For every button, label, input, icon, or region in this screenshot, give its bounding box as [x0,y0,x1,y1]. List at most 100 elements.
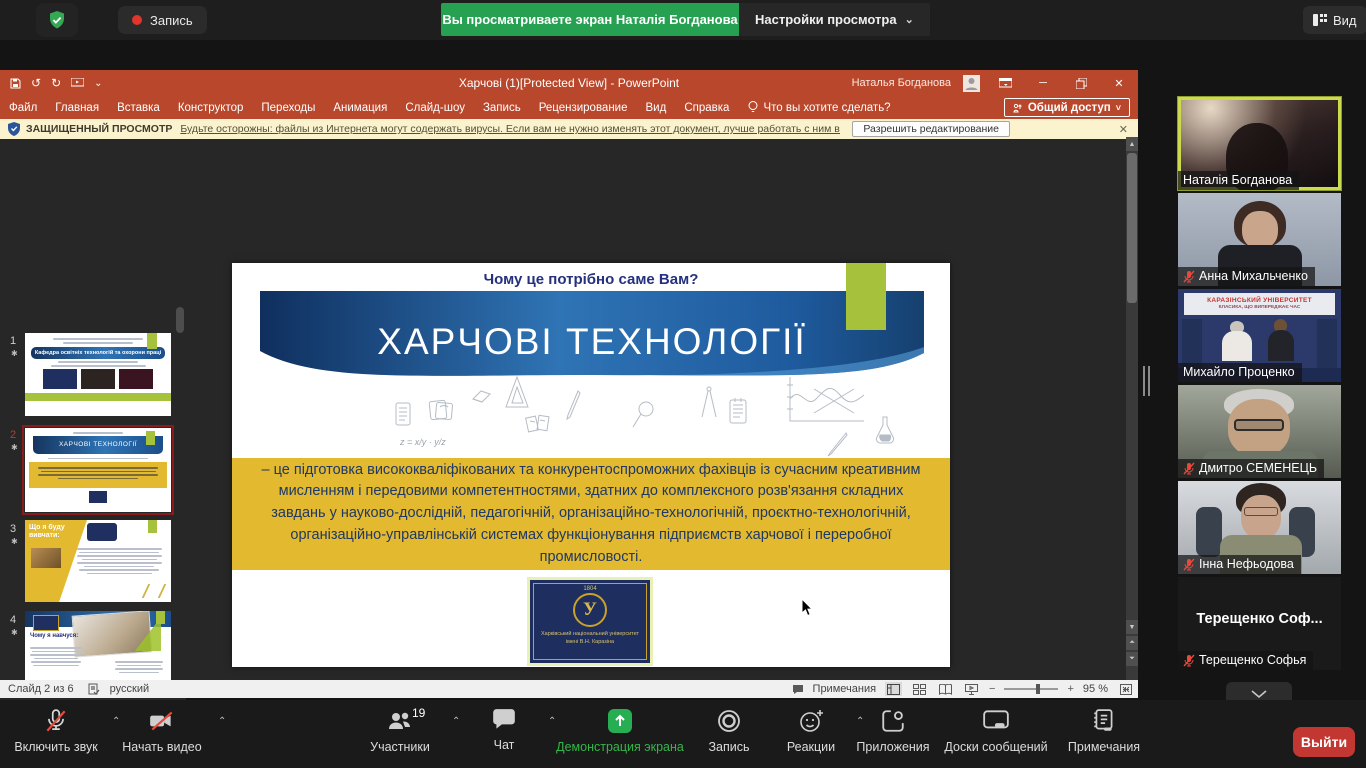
panel-drag-handle[interactable] [1143,366,1150,396]
slide-title-banner: ХАРЧОВІ ТЕХНОЛОГІЇ [260,291,924,387]
muted-mic-icon [1183,558,1195,571]
recording-indicator[interactable]: Запись [118,6,207,34]
thumbnail-slide-1[interactable]: Кафедра освітніх технологій та охорони п… [25,333,171,416]
tell-me-box[interactable]: Что вы хотите сделать? [748,101,890,114]
tab-help[interactable]: Справка [675,96,738,119]
notes-toggle-label[interactable]: Примечания [813,683,877,695]
sketch-eraser-icon [470,387,494,403]
sketch-cards-icon [524,411,554,437]
slide-canvas[interactable]: Чому це потрібно саме Вам? ХАРЧОВІ ТЕХНО… [232,263,950,667]
zoom-level[interactable]: 95 % [1083,683,1108,695]
zoom-slider-thumb[interactable] [1036,684,1040,694]
powerpoint-window: ↺ ↻ ⌄ Харчові (1)[Protected View] - Powe… [0,70,1138,698]
tab-transitions[interactable]: Переходы [252,96,324,119]
restore-button[interactable] [1068,72,1094,94]
whiteboards-button[interactable]: Доски сообщений [932,708,1060,754]
video-tile-tereshchenko[interactable]: Терещенко Соф... Терещенко Софья [1178,577,1341,670]
mute-button[interactable]: Включить звук [8,708,104,754]
chevron-down-icon: ⌄ [905,13,914,26]
grid-view-icon [1313,14,1327,26]
chat-button[interactable]: Чат [472,708,536,752]
tab-record[interactable]: Запись [474,96,530,119]
record-icon [716,708,742,734]
enable-editing-button[interactable]: Разрешить редактирование [852,121,1010,137]
video-tile-anna[interactable]: Анна Михальченко [1178,193,1341,286]
video-tile-mykhailo[interactable]: КАРАЗІНСЬКИЙ УНІВЕРСИТЕТ КЛАСИКА, ЩО ВИП… [1178,289,1341,382]
security-button[interactable] [36,3,78,37]
muted-mic-icon [1183,270,1195,283]
tab-insert[interactable]: Вставка [108,96,169,119]
previous-slide-icon[interactable]: ⏶ [1126,636,1138,650]
zoom-in-icon[interactable]: + [1067,683,1073,695]
thumb-number: 3 [10,523,16,535]
thumbnail-scrollbar[interactable] [176,307,184,333]
logo-caption-1: Харківський національний університет [541,630,639,638]
animation-star-icon: ✱ [11,443,18,452]
zoom-slider[interactable] [1004,688,1058,690]
whiteboard-icon [982,708,1010,734]
close-button[interactable]: ✕ [1106,72,1132,94]
view-slideshow-icon[interactable] [963,682,980,696]
sketch-formula: z = x/y · y/z [400,437,446,447]
fit-to-window-icon[interactable] [1117,682,1134,696]
redo-icon[interactable]: ↻ [51,76,61,90]
view-settings-button[interactable]: Настройки просмотра ⌄ [739,3,930,36]
thumb-number: 2 [10,429,16,441]
tab-slideshow[interactable]: Слайд-шоу [396,96,474,119]
record-button[interactable]: Запись [697,708,761,754]
video-tile-natalia[interactable]: Наталія Богданова [1178,97,1341,190]
participants-options-chevron[interactable]: ⌃ [452,716,460,727]
next-slide-icon[interactable]: ⏷ [1126,652,1138,666]
thumbnail-slide-2-selected[interactable]: ХАРЧОВІ ТЕХНОЛОГІЇ [25,428,171,512]
tab-file[interactable]: Файл [0,96,46,119]
qat-dropdown-icon[interactable]: ⌄ [94,78,102,89]
animation-star-icon: ✱ [11,537,18,546]
apps-button[interactable]: Приложения [848,708,938,754]
video-tile-inna[interactable]: Інна Нефьодова [1178,481,1341,574]
undo-icon[interactable]: ↺ [31,76,41,90]
scroll-down-icon[interactable]: ▼ [1126,620,1138,634]
zoom-out-icon[interactable]: − [989,683,995,695]
participant-name: Терещенко Софья [1199,653,1306,667]
ppt-title-bar[interactable]: ↺ ↻ ⌄ Харчові (1)[Protected View] - Powe… [0,70,1138,96]
tab-view[interactable]: Вид [637,96,676,119]
scrollbar-thumb[interactable] [1127,153,1137,303]
start-slideshow-icon[interactable] [71,78,84,88]
reactions-button[interactable]: Реакции [776,708,846,754]
slide-area-scrollbar[interactable]: ▲ ▼ ⏶ ⏷ [1126,137,1138,680]
leave-button[interactable]: Выйти [1293,727,1355,757]
close-protected-bar-icon[interactable]: ✕ [1119,123,1128,136]
start-video-button[interactable]: Начать видео [110,708,214,754]
spellcheck-icon[interactable] [88,683,100,695]
save-icon[interactable] [10,78,21,89]
notes-doc-icon [1092,708,1116,734]
view-normal-icon[interactable] [885,682,902,696]
share-screen-button[interactable]: Демонстрация экрана [540,708,700,754]
language-indicator[interactable]: русский [110,683,149,695]
sketch-books-icon [428,397,454,423]
notes-toggle-icon[interactable] [792,684,804,695]
tab-animations[interactable]: Анимация [324,96,396,119]
share-button[interactable]: Общий доступ ˅ [1004,98,1130,117]
tab-design[interactable]: Конструктор [169,96,253,119]
minimize-button[interactable]: ─ [1030,72,1056,94]
view-sorter-icon[interactable] [911,682,928,696]
participants-button[interactable]: 19 Участники [352,708,448,754]
sketch-triangle-ruler-icon [504,375,530,409]
video-tile-dmytro[interactable]: Дмитро СЕМЕНЕЦЬ [1178,385,1341,478]
thumbnail-slide-3[interactable]: Що я буду вивчати: [25,520,171,602]
account-name[interactable]: Наталья Богданова [852,77,951,89]
shield-check-icon [47,10,67,30]
protected-view-label: ЗАЩИЩЕННЫЙ ПРОСМОТР [26,123,172,135]
recording-label: Запись [150,13,193,28]
annotations-button[interactable]: Примечания [1052,708,1156,754]
view-reading-icon[interactable] [937,682,954,696]
ribbon-display-options-icon[interactable] [992,72,1018,94]
video-options-chevron[interactable]: ⌃ [218,716,226,727]
view-button[interactable]: Вид [1303,6,1366,34]
scroll-up-icon[interactable]: ▲ [1126,137,1138,151]
tab-home[interactable]: Главная [46,96,108,119]
sketch-chart-icon [784,375,868,427]
tab-review[interactable]: Рецензирование [530,96,637,119]
avatar[interactable] [963,75,980,92]
